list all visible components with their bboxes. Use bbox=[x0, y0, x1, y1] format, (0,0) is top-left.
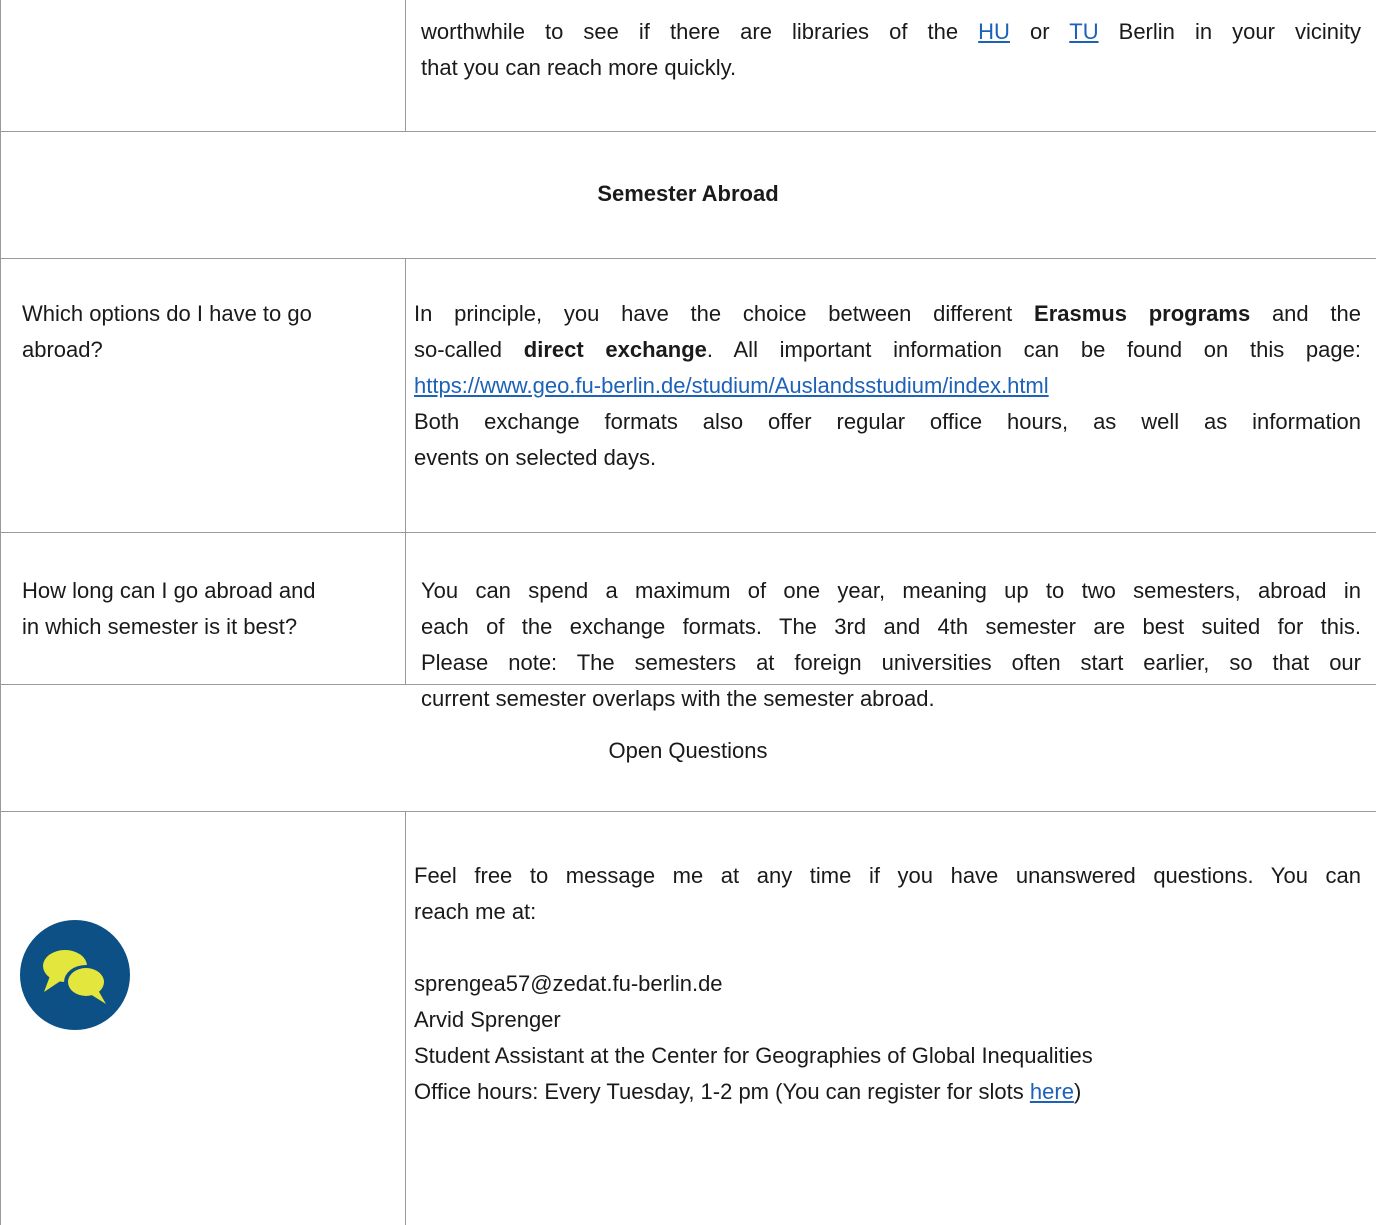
libraries-line-2: that you can reach more quickly. bbox=[421, 55, 737, 80]
contact-info: Feel free to message me at any time if y… bbox=[414, 858, 1361, 1110]
answer-duration: You can spend a maximum of one year, mea… bbox=[421, 578, 1361, 711]
row-divider bbox=[0, 258, 1376, 259]
question-options: Which options do I have to go abroad? bbox=[22, 301, 312, 362]
answer-options: In principle, you have the choice betwee… bbox=[414, 301, 1361, 470]
row-divider bbox=[0, 811, 1376, 812]
column-divider bbox=[405, 532, 406, 684]
section-title-open-questions: Open Questions bbox=[608, 738, 768, 763]
column-divider bbox=[405, 811, 406, 1225]
tu-link[interactable]: TU bbox=[1069, 19, 1098, 44]
row-divider bbox=[0, 131, 1376, 132]
section-title-semester-abroad: Semester Abroad bbox=[597, 181, 779, 206]
hu-link[interactable]: HU bbox=[978, 19, 1010, 44]
office-hours: Office hours: Every Tuesday, 1-2 pm (You… bbox=[414, 1079, 1082, 1104]
contact-role: Student Assistant at the Center for Geog… bbox=[414, 1043, 1093, 1068]
column-divider bbox=[405, 0, 406, 131]
libraries-answer: worthwhile to see if there are libraries… bbox=[421, 14, 1361, 86]
contact-name: Arvid Sprenger bbox=[414, 1007, 561, 1032]
column-divider bbox=[405, 258, 406, 532]
register-slots-link[interactable]: here bbox=[1030, 1079, 1074, 1104]
contact-email: sprengea57@zedat.fu-berlin.de bbox=[414, 971, 723, 996]
row-divider bbox=[0, 532, 1376, 533]
chat-bubbles-icon bbox=[20, 920, 130, 1030]
auslandsstudium-link[interactable]: https://www.geo.fu-berlin.de/studium/Aus… bbox=[414, 373, 1049, 398]
question-duration: How long can I go abroad and in which se… bbox=[22, 578, 316, 639]
libraries-line-1: worthwhile to see if there are libraries… bbox=[421, 19, 1361, 44]
